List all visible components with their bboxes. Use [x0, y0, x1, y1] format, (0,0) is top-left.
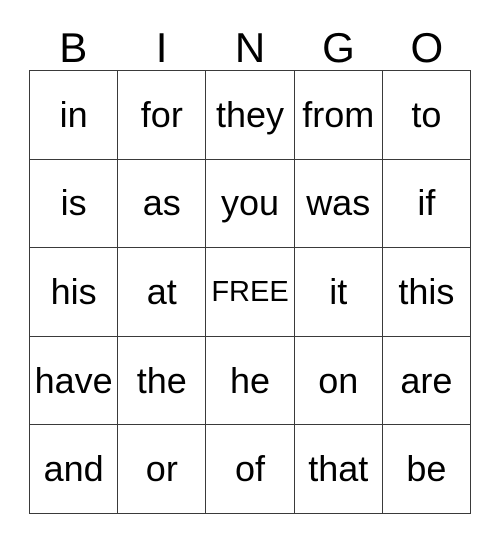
bingo-cell-label: at [146, 270, 177, 312]
bingo-cell[interactable]: in [30, 71, 119, 160]
bingo-header-letter-i: I [155, 24, 168, 71]
bingo-cell[interactable]: of [206, 425, 295, 514]
bingo-card: B I N G O in for they from to is as you … [0, 0, 500, 544]
bingo-header-row: B I N G O [29, 18, 471, 70]
bingo-cell-label: have [34, 359, 113, 401]
bingo-cell[interactable]: from [294, 71, 383, 160]
bingo-cell-label: to [411, 93, 442, 135]
bingo-cell[interactable]: that [294, 425, 383, 514]
bingo-cell[interactable]: the [118, 336, 207, 426]
bingo-cell-label: was [306, 182, 371, 224]
bingo-cell-label: and [43, 448, 104, 490]
bingo-header-letter-g: G [322, 24, 355, 71]
bingo-cell-label: this [398, 270, 455, 312]
bingo-row: his at FREE it this [30, 248, 472, 337]
bingo-cell-label: you [220, 182, 280, 224]
bingo-cell[interactable]: you [206, 159, 295, 249]
bingo-cell[interactable]: as [118, 159, 207, 249]
bingo-cell-label: as [142, 182, 181, 224]
bingo-cell[interactable]: on [294, 336, 383, 426]
bingo-cell[interactable]: for [118, 71, 207, 160]
bingo-cell-label: they [215, 93, 285, 135]
bingo-cell[interactable]: his [30, 248, 119, 337]
bingo-header-letter-b: B [59, 24, 88, 71]
bingo-cell[interactable]: was [294, 159, 383, 249]
bingo-cell[interactable]: and [30, 425, 119, 514]
bingo-cell[interactable]: to [382, 71, 472, 160]
bingo-cell-label: or [145, 448, 178, 490]
bingo-header-letter-n: N [234, 24, 266, 71]
bingo-cell[interactable]: it [294, 248, 383, 337]
bingo-cell-label: on [318, 359, 359, 401]
bingo-cell-label: in [59, 93, 88, 135]
bingo-cell-label: he [229, 359, 271, 401]
bingo-cell-label: his [50, 270, 97, 312]
bingo-cell[interactable]: are [382, 336, 472, 426]
bingo-cell-label: it [329, 270, 348, 312]
bingo-cell[interactable]: is [30, 159, 119, 249]
bingo-row: is as you was if [30, 159, 472, 249]
bingo-cell-label: are [400, 359, 453, 401]
bingo-row: in for they from to [30, 71, 472, 160]
bingo-cell[interactable]: this [382, 248, 472, 337]
bingo-header-letter-o: O [410, 24, 444, 71]
bingo-cell[interactable]: he [206, 336, 295, 426]
bingo-row: and or of that be [30, 425, 472, 514]
bingo-cell-label: of [234, 448, 266, 490]
bingo-row: have the he on are [30, 336, 472, 426]
bingo-cell[interactable]: be [382, 425, 472, 514]
bingo-cell-label: for [140, 93, 183, 135]
bingo-grid: in for they from to is as you was if his… [29, 70, 472, 514]
bingo-cell[interactable]: have [30, 336, 119, 426]
bingo-free-label: FREE [211, 275, 289, 308]
bingo-cell[interactable]: if [382, 159, 472, 249]
bingo-cell-free[interactable]: FREE [206, 248, 295, 337]
bingo-cell[interactable]: or [118, 425, 207, 514]
bingo-cell-label: if [417, 182, 436, 224]
bingo-cell-label: that [308, 448, 369, 490]
bingo-cell-label: from [302, 93, 375, 135]
bingo-cell[interactable]: at [118, 248, 207, 337]
bingo-cell-label: be [406, 448, 447, 490]
bingo-cell-label: is [60, 182, 87, 224]
bingo-cell-label: the [136, 359, 187, 401]
bingo-cell[interactable]: they [206, 71, 295, 160]
